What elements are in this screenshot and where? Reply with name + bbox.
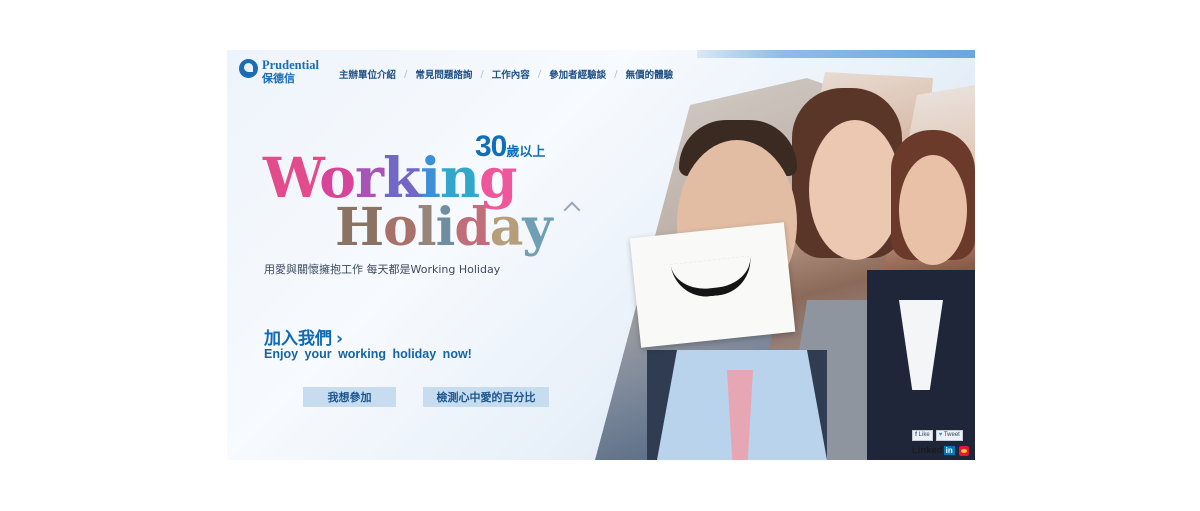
nav-item-job-content[interactable]: 工作內容	[492, 67, 530, 81]
nav-item-priceless-experience[interactable]: 無價的體驗	[626, 67, 674, 81]
nav-item-faq[interactable]: 常見問題諮詢	[415, 67, 472, 81]
facebook-icon: f	[915, 432, 917, 438]
nav-item-testimonials[interactable]: 參加者經驗談	[549, 67, 606, 81]
join-us-link[interactable]: 加入我們 ›	[264, 324, 343, 349]
chevron-right-icon: ›	[336, 329, 344, 349]
prudential-rock-icon	[239, 59, 258, 78]
linkedin-label: Linked	[912, 445, 943, 456]
holiday-letter: o	[383, 197, 418, 258]
holiday-letter: l	[416, 197, 437, 258]
love-test-button[interactable]: 檢測心中愛的百分比	[423, 387, 549, 407]
join-button[interactable]: 我想參加	[303, 387, 396, 407]
nav-separator: /	[614, 68, 618, 80]
twitter-icon: ♥	[938, 432, 943, 438]
holiday-letter: H	[335, 197, 384, 258]
holiday-letter: d	[454, 197, 490, 258]
woman-2-face	[899, 155, 967, 265]
enjoy-text: Enjoy your working holiday now!	[264, 347, 472, 361]
linkedin-icon: in	[943, 446, 955, 455]
nav-separator: /	[537, 68, 542, 80]
join-us-label: 加入我們	[264, 329, 332, 349]
tagline: 用愛與關懷擁抱工作 每天都是Working Holiday	[264, 263, 501, 276]
title-holiday: Holiday	[335, 197, 553, 258]
like-label: Like	[918, 432, 930, 438]
nav-separator: /	[480, 68, 484, 80]
caret-icon	[563, 201, 581, 219]
tweet-button[interactable]: ♥ Tweet	[935, 430, 963, 441]
main-nav: 主辦單位介紹 / 常見問題諮詢 / 工作內容 / 參加者經驗談 / 無價的體驗	[339, 67, 674, 82]
woman-1-face	[809, 120, 901, 260]
smile-card	[629, 222, 796, 348]
brand-name-en: Prudential	[262, 58, 319, 72]
smile-icon	[670, 255, 754, 301]
holiday-letter: a	[489, 197, 524, 258]
working-letter: W	[263, 145, 320, 210]
holiday-letter: y	[522, 197, 552, 258]
facebook-like-button[interactable]: f Like	[912, 430, 933, 441]
nav-separator: /	[404, 68, 408, 80]
top-accent-strip	[697, 50, 975, 58]
nav-item-organizer[interactable]: 主辦單位介紹	[339, 67, 396, 81]
weibo-icon[interactable]	[958, 445, 969, 456]
holiday-letter: i	[435, 197, 456, 258]
social-share: f Like ♥ Tweet Linked in	[912, 430, 970, 456]
hero-banner: Prudential 保德信 主辦單位介紹 / 常見問題諮詢 / 工作內容 / …	[227, 50, 975, 460]
prudential-logo[interactable]: Prudential 保德信	[239, 59, 319, 85]
brand-name-zh: 保德信	[262, 72, 295, 85]
tweet-label: Tweet	[943, 432, 960, 438]
linkedin-button[interactable]: Linked in	[912, 445, 955, 456]
